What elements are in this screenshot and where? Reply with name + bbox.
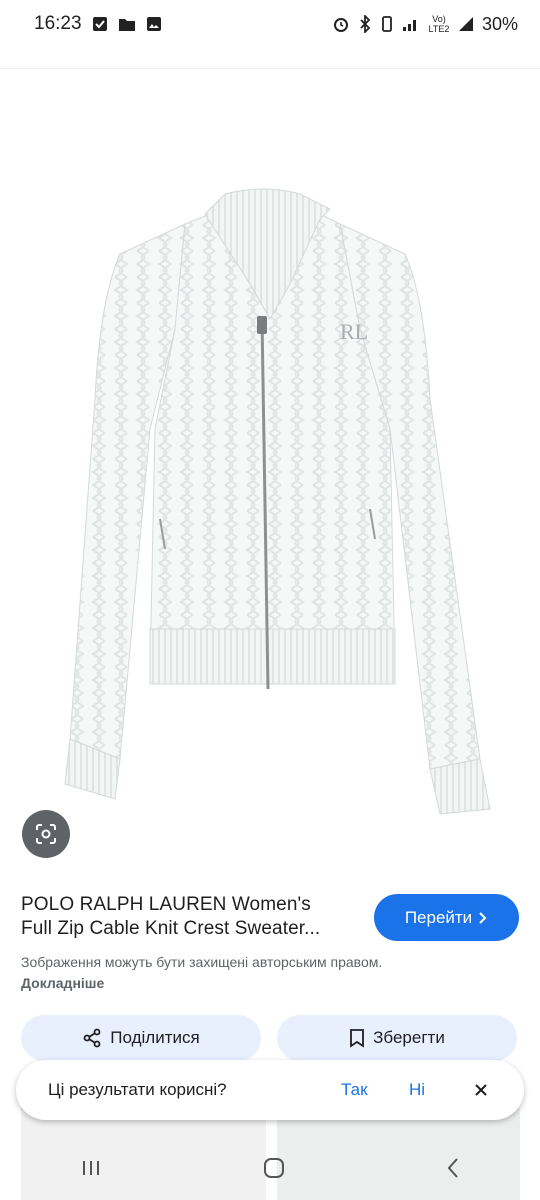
- share-button-label: Поділитися: [110, 1028, 200, 1047]
- visit-button[interactable]: Перейти: [374, 894, 519, 941]
- status-right: Vo) LTE2 30%: [332, 14, 518, 35]
- sweater-illustration: RL: [64, 188, 491, 815]
- visit-button-label: Перейти: [404, 907, 473, 927]
- share-button[interactable]: Поділитися: [21, 1015, 261, 1061]
- learn-more-link[interactable]: Докладніше: [21, 975, 104, 991]
- product-image[interactable]: RL: [0, 69, 540, 869]
- system-nav-bar: [0, 1140, 540, 1200]
- status-left: 16:23: [34, 13, 162, 35]
- close-icon: [475, 1084, 487, 1096]
- folder-icon: [118, 16, 136, 32]
- back-icon: [447, 1157, 458, 1178]
- result-title-line2: Full Zip Cable Knit Crest Sweater...: [21, 918, 321, 939]
- back-button[interactable]: [445, 1156, 461, 1185]
- lens-search-button[interactable]: [22, 810, 70, 858]
- save-button[interactable]: Зберегти: [277, 1015, 517, 1061]
- svg-text:RL: RL: [340, 319, 368, 344]
- gallery-icon: [146, 16, 162, 32]
- bluetooth-icon: [358, 15, 372, 33]
- feedback-card: Ці результати корисні? Так Ні: [16, 1060, 524, 1120]
- copyright-text: Зображення можуть бути захищені авторськ…: [21, 954, 383, 970]
- wifi-signal-icon: [402, 16, 420, 32]
- feedback-yes-button[interactable]: Так: [341, 1080, 368, 1100]
- cell-signal-icon: [458, 16, 474, 32]
- result-title-line1: POLO RALPH LAUREN Women's: [21, 894, 311, 915]
- chevron-right-icon: [479, 911, 487, 924]
- close-feedback-button[interactable]: [468, 1077, 494, 1103]
- feedback-no-button[interactable]: Ні: [409, 1080, 425, 1100]
- bookmark-icon: [350, 1029, 365, 1048]
- network-label: Vo) LTE2: [428, 14, 450, 34]
- battery-percent: 30%: [481, 13, 518, 34]
- home-icon: [263, 1157, 284, 1178]
- copyright-notice: Зображення можуть бути захищені авторськ…: [21, 952, 421, 994]
- status-time: 16:23: [34, 13, 82, 34]
- recent-apps-icon: [83, 1160, 100, 1175]
- recent-apps-button[interactable]: [79, 1158, 103, 1183]
- check-notification-icon: [92, 16, 108, 32]
- lens-icon: [36, 824, 56, 844]
- alarm-icon: [332, 15, 350, 33]
- vibrate-icon: [380, 15, 394, 33]
- status-bar: 16:23 Vo) LTE2 30%: [0, 0, 540, 48]
- home-button[interactable]: [262, 1156, 286, 1185]
- feedback-question: Ці результати корисні?: [48, 1080, 227, 1099]
- share-icon: [83, 1028, 101, 1048]
- result-title[interactable]: POLO RALPH LAUREN Women's Full Zip Cable…: [21, 893, 361, 941]
- save-button-label: Зберегти: [373, 1028, 445, 1047]
